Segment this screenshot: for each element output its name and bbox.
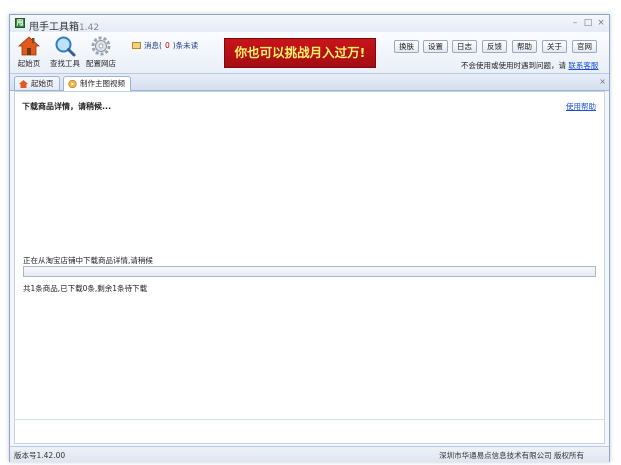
download-count: 共1条商品,已下载0条,剩余1条待下载 bbox=[23, 284, 148, 293]
support-hint: 不会使用或使用时遇到问题，请 联系客服 bbox=[461, 60, 598, 71]
main-toolbar: 起始页 查找工具 配置网店 消息(0)条未读 你也可以挑战月入过万! 换肤 设置… bbox=[10, 32, 609, 74]
tab-strip: 起始页 制作主图视频 × bbox=[10, 74, 609, 91]
tool-find[interactable]: 查找工具 bbox=[48, 35, 82, 69]
close-tab-icon[interactable]: × bbox=[599, 77, 606, 86]
tab-home-label: 起始页 bbox=[31, 79, 54, 88]
panel-heading: 下载商品详情，请稍候... bbox=[22, 102, 112, 111]
close-button[interactable]: × bbox=[596, 18, 606, 28]
tool-config-shop-label: 配置网店 bbox=[86, 59, 116, 68]
title-bar[interactable]: 甩 甩手工具箱1.42 – □ × bbox=[10, 15, 609, 33]
video-icon bbox=[68, 80, 77, 88]
tool-find-label: 查找工具 bbox=[50, 59, 80, 68]
task-panel: 下载商品详情，请稍候... 使用帮助 正在从淘宝店铺中下载商品详情,请稍候 共1… bbox=[14, 91, 605, 444]
message-suffix: )条未读 bbox=[172, 41, 199, 50]
version-label: 版本号1.42.00 bbox=[14, 451, 66, 460]
message-count: 0 bbox=[164, 41, 170, 50]
envelope-icon bbox=[132, 42, 141, 49]
minimize-button[interactable]: – bbox=[570, 18, 580, 28]
tool-config-shop[interactable]: 配置网店 bbox=[84, 35, 118, 69]
usage-help-link[interactable]: 使用帮助 bbox=[566, 101, 596, 112]
promo-banner[interactable]: 你也可以挑战月入过万! bbox=[224, 38, 376, 68]
about-button[interactable]: 关于 bbox=[542, 40, 567, 53]
settings-button[interactable]: 设置 bbox=[423, 40, 448, 53]
app-window: 甩 甩手工具箱1.42 – □ × 起始页 查找工具 配置网店 消息(0)条… bbox=[9, 14, 610, 462]
window-title: 甩手工具箱1.42 bbox=[29, 18, 99, 33]
tab-make-video[interactable]: 制作主图视频 bbox=[63, 76, 131, 91]
contact-support-link[interactable]: 联系客服 bbox=[568, 61, 598, 70]
download-progress-bar bbox=[23, 266, 596, 277]
help-button[interactable]: 帮助 bbox=[512, 40, 537, 53]
search-icon bbox=[55, 36, 76, 57]
gear-icon bbox=[91, 36, 111, 56]
maximize-button[interactable]: □ bbox=[583, 18, 593, 28]
tool-home[interactable]: 起始页 bbox=[12, 35, 46, 69]
tool-home-label: 起始页 bbox=[17, 59, 41, 68]
home-icon bbox=[18, 36, 40, 56]
panel-divider bbox=[15, 419, 604, 420]
message-prefix: 消息( bbox=[144, 41, 162, 50]
tab-make-video-label: 制作主图视频 bbox=[80, 79, 125, 88]
website-button[interactable]: 官网 bbox=[572, 40, 597, 53]
log-button[interactable]: 日志 bbox=[452, 40, 477, 53]
message-indicator[interactable]: 消息(0)条未读 bbox=[132, 40, 198, 51]
app-logo-icon: 甩 bbox=[15, 18, 25, 28]
tab-home[interactable]: 起始页 bbox=[14, 76, 60, 90]
home-icon bbox=[19, 80, 28, 88]
feedback-button[interactable]: 反馈 bbox=[482, 40, 507, 53]
support-text: 不会使用或使用时遇到问题，请 bbox=[461, 61, 566, 70]
status-bar: 版本号1.42.00 深圳市华通易点信息技术有限公司 版权所有 bbox=[10, 446, 609, 462]
skin-button[interactable]: 换肤 bbox=[394, 40, 419, 53]
copyright-label: 深圳市华通易点信息技术有限公司 版权所有 bbox=[439, 451, 584, 460]
download-status: 正在从淘宝店铺中下载商品详情,请稍候 bbox=[23, 256, 153, 265]
